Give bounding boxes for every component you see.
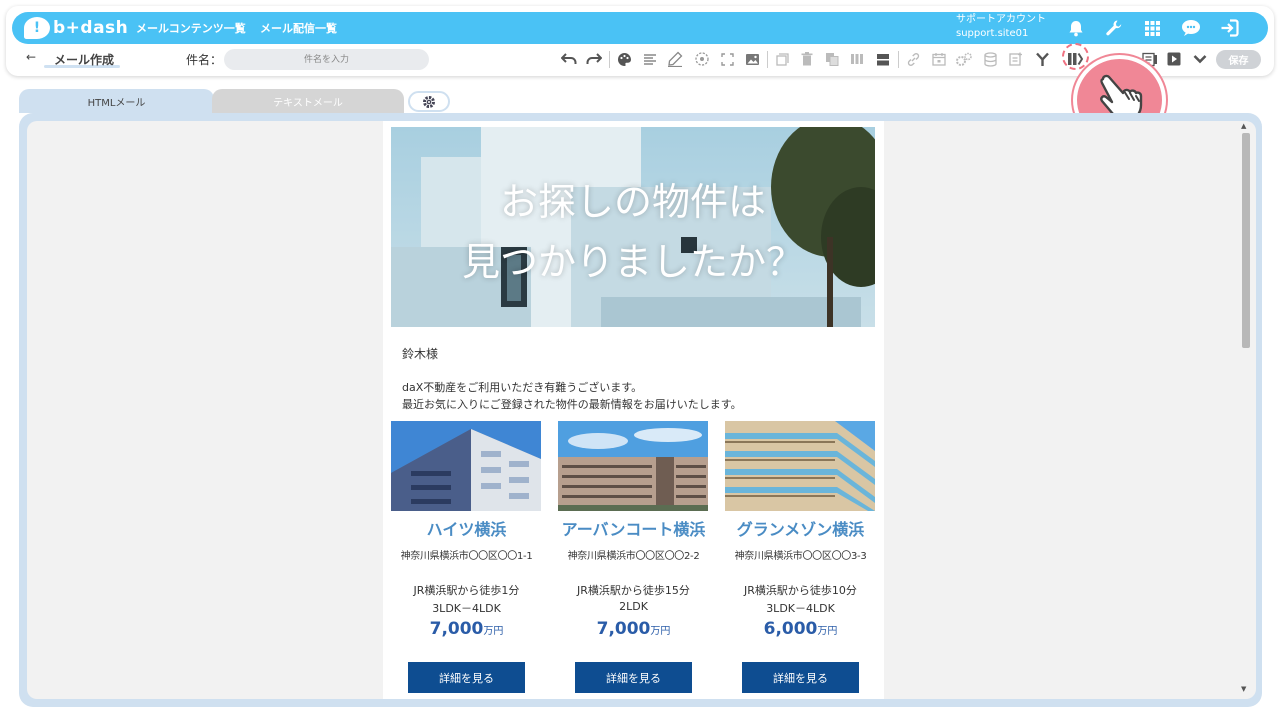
email-preview: お探しの物件は 見つかりましたか？ 鈴木様 daX不動産をご利用いただき有難うご… bbox=[383, 121, 884, 699]
top-navigation-bar: ! b+dash メールコンテンツ一覧 メール配信一覧 サポートアカウント su… bbox=[12, 12, 1268, 44]
intro-line: daX不動産をご利用いただき有難うございます。 bbox=[402, 381, 643, 394]
nav-mail-contents[interactable]: メールコンテンツ一覧 bbox=[136, 20, 246, 36]
property-price: 7,000万円 bbox=[550, 619, 717, 639]
back-arrow-icon[interactable]: ← bbox=[26, 50, 36, 64]
hero-headline-line2: 見つかりましたか？ bbox=[461, 240, 804, 284]
save-button[interactable]: 保存 bbox=[1216, 50, 1261, 69]
property-access: JR横浜駅から徒歩1分 bbox=[413, 584, 520, 597]
logout-icon[interactable] bbox=[1218, 16, 1242, 40]
page-title: メール作成 bbox=[54, 53, 115, 67]
trash-icon[interactable] bbox=[796, 48, 818, 70]
undo-icon[interactable] bbox=[558, 48, 580, 70]
fullscreen-icon[interactable] bbox=[716, 48, 738, 70]
scroll-up-icon[interactable]: ▲ bbox=[1241, 122, 1246, 130]
wrench-icon[interactable] bbox=[1102, 16, 1126, 40]
property-name: アーバンコート横浜 bbox=[561, 520, 706, 539]
recommend-block-icon[interactable] bbox=[1064, 48, 1086, 70]
hero-image[interactable]: お探しの物件は 見つかりましたか？ bbox=[391, 127, 875, 327]
details-button[interactable]: 詳細を見る bbox=[408, 662, 525, 693]
image-icon[interactable] bbox=[741, 48, 763, 70]
property-layout: 3LDK－4LDK bbox=[432, 602, 501, 615]
logo-text: b+dash bbox=[53, 18, 129, 38]
columns-icon[interactable] bbox=[846, 48, 868, 70]
property-image[interactable] bbox=[558, 421, 708, 511]
price-unit: 万円 bbox=[650, 626, 671, 637]
subject-input[interactable] bbox=[224, 49, 429, 70]
property-price: 7,000万円 bbox=[383, 619, 550, 639]
account-name: サポートアカウント bbox=[956, 14, 1046, 25]
align-text-icon[interactable] bbox=[639, 48, 661, 70]
details-button[interactable]: 詳細を見る bbox=[575, 662, 692, 693]
pen-icon[interactable] bbox=[664, 48, 686, 70]
tab-html-mail[interactable]: HTMLメール bbox=[19, 89, 214, 113]
property-name: グランメゾン横浜 bbox=[736, 520, 865, 539]
help-icon[interactable] bbox=[1179, 16, 1203, 40]
price-value: 7,000 bbox=[429, 619, 484, 639]
greeting-text: 鈴木様 bbox=[402, 347, 439, 361]
property-address: 神奈川県横浜市〇〇区〇〇1-1 bbox=[400, 551, 533, 562]
app-window: ! b+dash メールコンテンツ一覧 メール配信一覧 サポートアカウント su… bbox=[0, 0, 1280, 720]
scroll-thumb[interactable] bbox=[1242, 133, 1250, 348]
toolbar-divider bbox=[767, 51, 768, 68]
property-layout: 3LDK－4LDK bbox=[766, 602, 835, 615]
hero-headline-line1: お探しの物件は bbox=[499, 180, 766, 224]
grid-icon[interactable] bbox=[1140, 16, 1164, 40]
intro-text: daX不動産をご利用いただき有難うございます。 最近お気に入りにご登録された物件… bbox=[402, 379, 742, 413]
subject-label: 件名： bbox=[186, 53, 223, 67]
logo[interactable]: ! b+dash bbox=[24, 16, 128, 40]
price-unit: 万円 bbox=[483, 626, 504, 637]
price-value: 7,000 bbox=[596, 619, 651, 639]
gears-icon[interactable] bbox=[953, 48, 975, 70]
toolbar-divider bbox=[609, 51, 610, 68]
price-value: 6,000 bbox=[763, 619, 818, 639]
scroll-down-icon[interactable]: ▼ bbox=[1241, 685, 1246, 693]
property-image[interactable] bbox=[391, 421, 541, 511]
price-unit: 万円 bbox=[817, 626, 838, 637]
duplicate-icon[interactable] bbox=[821, 48, 843, 70]
details-button[interactable]: 詳細を見る bbox=[742, 662, 859, 693]
editor-toolbar: ← メール作成 件名： 件名を入力 保存 bbox=[12, 43, 1268, 72]
property-address: 神奈川県横浜市〇〇区〇〇3-3 bbox=[734, 551, 867, 562]
add-note-icon[interactable] bbox=[1005, 48, 1027, 70]
bell-icon[interactable] bbox=[1064, 16, 1088, 40]
chevron-down-icon[interactable] bbox=[1189, 48, 1211, 70]
calendar-icon[interactable] bbox=[928, 48, 950, 70]
account-id: support.site01 bbox=[956, 28, 1029, 39]
rows-icon[interactable] bbox=[872, 48, 894, 70]
redo-icon[interactable] bbox=[583, 48, 605, 70]
canvas-scrollbar[interactable]: ▲ ▼ bbox=[1238, 121, 1254, 699]
copy-block-icon[interactable] bbox=[771, 48, 793, 70]
play-icon[interactable] bbox=[1163, 48, 1185, 70]
property-access: JR横浜駅から徒歩15分 bbox=[577, 584, 690, 597]
property-price: 6,000万円 bbox=[717, 619, 884, 639]
target-icon[interactable] bbox=[691, 48, 713, 70]
palette-icon[interactable] bbox=[613, 48, 635, 70]
nav-mail-deliveries[interactable]: メール配信一覧 bbox=[260, 20, 337, 36]
account-info[interactable]: サポートアカウント support.site01 bbox=[956, 13, 1056, 41]
property-layout: 2LDK bbox=[619, 600, 648, 613]
settings-gear-icon[interactable] bbox=[408, 91, 450, 112]
branch-icon[interactable] bbox=[1031, 48, 1053, 70]
link-icon[interactable] bbox=[902, 48, 924, 70]
property-name: ハイツ横浜 bbox=[426, 520, 507, 539]
database-icon[interactable] bbox=[979, 48, 1001, 70]
intro-line: 最近お気に入りにご登録された物件の最新情報をお届けいたします。 bbox=[402, 398, 742, 411]
property-address: 神奈川県横浜市〇〇区〇〇2-2 bbox=[567, 551, 700, 562]
logo-mark: ! bbox=[24, 17, 50, 39]
property-image[interactable] bbox=[725, 421, 875, 511]
property-access: JR横浜駅から徒歩10分 bbox=[744, 584, 857, 597]
tab-text-mail[interactable]: テキストメール bbox=[212, 89, 404, 113]
toolbar-divider bbox=[898, 51, 899, 68]
